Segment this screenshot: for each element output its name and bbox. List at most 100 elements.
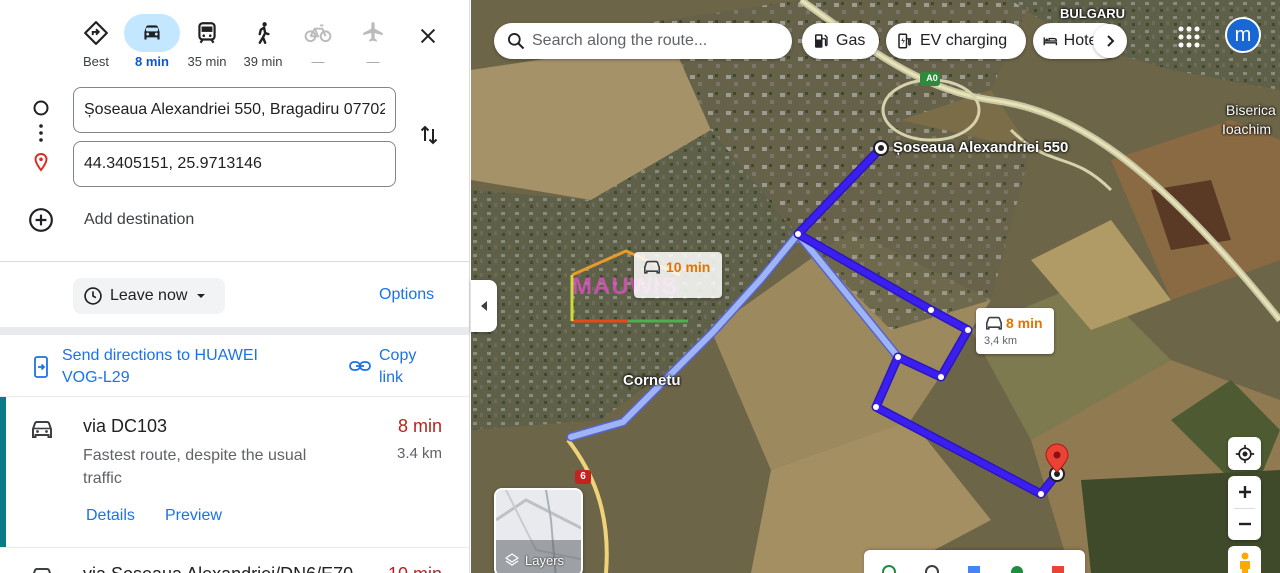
send-directions-link[interactable]: Send directions to HUAWEI VOG-L29 [62,345,302,389]
chevron-right-icon [1107,35,1115,47]
divider [0,261,469,262]
close-icon [420,28,436,44]
send-to-phone-icon [33,356,51,383]
route-options-button[interactable]: Options [379,286,434,304]
travel-mode-label: 8 min [135,54,169,69]
car-icon [986,316,1002,330]
chip-gas[interactable]: Gas [802,23,879,59]
apps-grid-icon [1178,26,1200,48]
walking-icon [235,14,291,52]
route-description: Fastest route, despite the usual traffic [83,447,307,487]
pegman-icon [1239,552,1250,573]
gas-station-icon [815,34,828,48]
airplane-icon [345,14,401,52]
street-view-pegman-button[interactable] [1228,546,1261,573]
travel-mode-label: — [311,54,325,69]
destination-input[interactable] [73,141,396,187]
chip-ev-charging[interactable]: EV charging [886,23,1026,59]
travel-mode-driving[interactable]: 8 min [123,14,181,74]
swap-vertical-icon [420,125,438,145]
layers-label: Layers [525,552,565,568]
copy-link-button[interactable]: Copy link [379,345,439,389]
primary-route-distance: 3,4 km [984,335,1018,347]
zoom-in-button[interactable] [1228,476,1261,508]
strip-icon [925,565,939,573]
bicycle-icon [290,14,346,52]
selected-route-indicator [0,397,6,547]
hotel-icon [1043,37,1058,46]
strip-icon [882,565,896,573]
layers-button[interactable]: Layers [494,488,583,573]
origin-input[interactable] [73,87,396,133]
car-icon [644,260,660,274]
section-divider [0,327,469,335]
diamond-directions-icon [68,14,124,52]
map-label-biserica: Biserica [1226,102,1276,118]
map-label-origin: Șoseaua Alexandriei 550 [893,139,1069,156]
account-avatar[interactable]: m [1225,17,1261,53]
leave-now-dropdown[interactable]: Leave now [73,278,225,314]
add-destination-button[interactable]: Add destination [28,204,328,236]
car-icon [30,566,54,573]
layers-caption: Layers [504,552,564,568]
swap-waypoints-button[interactable] [412,118,446,152]
road-badge-6: 6 [580,471,586,482]
map-label-ioachim: Ioachim [1222,121,1272,137]
travel-mode-walking[interactable]: 39 min [234,14,292,74]
my-location-button[interactable] [1228,437,1261,470]
destination-pin-icon [34,152,48,172]
search-along-route-box[interactable] [494,23,792,59]
search-along-route-input[interactable] [532,32,782,50]
travel-mode-best[interactable]: Best [67,14,125,74]
travel-mode-label: Best [82,54,109,69]
link-icon [349,358,371,379]
strip-icon [1011,566,1023,573]
leave-now-label: Leave now [110,287,188,304]
travel-mode-label: 35 min [187,54,227,69]
primary-route-time-bubble[interactable]: 8 min 3,4 km [976,308,1054,354]
route-preview-button[interactable]: Preview [165,507,222,525]
close-directions-button[interactable] [410,18,446,54]
caret-left-icon [481,301,487,311]
add-circle-icon [29,208,53,232]
waypoint-markers [26,96,56,176]
maps-directions-app: Best 8 min 35 min 39 min — — Șoseaua Ale… [0,0,1280,573]
my-location-icon [1235,444,1254,463]
origin-circle-icon [33,100,49,116]
travel-mode-transit[interactable]: 35 min [178,14,236,74]
layers-icon [505,553,519,566]
route-option-selected[interactable]: via DC103 8 min 3.4 km Fastest route, de… [0,397,469,547]
route-option-alternative[interactable]: via Șoseaua Alexandriei/DN6/E70 10 min [0,548,469,573]
travel-mode-bar: Best 8 min 35 min 39 min — — [0,0,469,80]
send-directions-row: Send directions to HUAWEI VOG-L29 Copy l… [0,338,469,396]
zoom-controls [1228,476,1261,540]
directions-panel: Best 8 min 35 min 39 min — — Șoseaua Ale… [0,0,470,573]
map-label-bulgaru: BULGARU [1060,6,1125,21]
train-icon [179,14,235,52]
route-distance: 3.4 km [396,445,442,462]
car-icon [30,419,54,446]
ev-charging-icon [898,33,911,49]
google-apps-button[interactable] [1175,23,1203,51]
travel-mode-cycling[interactable]: — [289,14,347,74]
alt-route-time: 10 min [666,259,711,275]
route-via: via Șoseaua Alexandriei/DN6/E70 [83,564,353,573]
origin-marker [873,140,889,156]
zoom-out-button[interactable] [1228,508,1261,540]
minus-icon [1238,522,1251,526]
bottom-app-strip [864,550,1085,573]
road-badge-a0: A0 [926,73,938,83]
collapse-panel-button[interactable] [471,280,497,332]
route-details-button[interactable]: Details [86,507,135,525]
map-label-cornetu: Cornetu [623,372,681,389]
alt-route-time-bubble[interactable]: 10 min [634,252,722,298]
route-time: 10 min [380,564,442,573]
strip-icon [1052,566,1064,573]
strip-icon [968,566,980,573]
plus-icon [1238,486,1251,498]
chips-scroll-right-button[interactable] [1093,24,1127,58]
clock-icon [84,287,102,305]
travel-mode-flights[interactable]: — [344,14,402,74]
primary-route-time: 8 min [1006,315,1043,331]
car-icon [124,14,180,52]
